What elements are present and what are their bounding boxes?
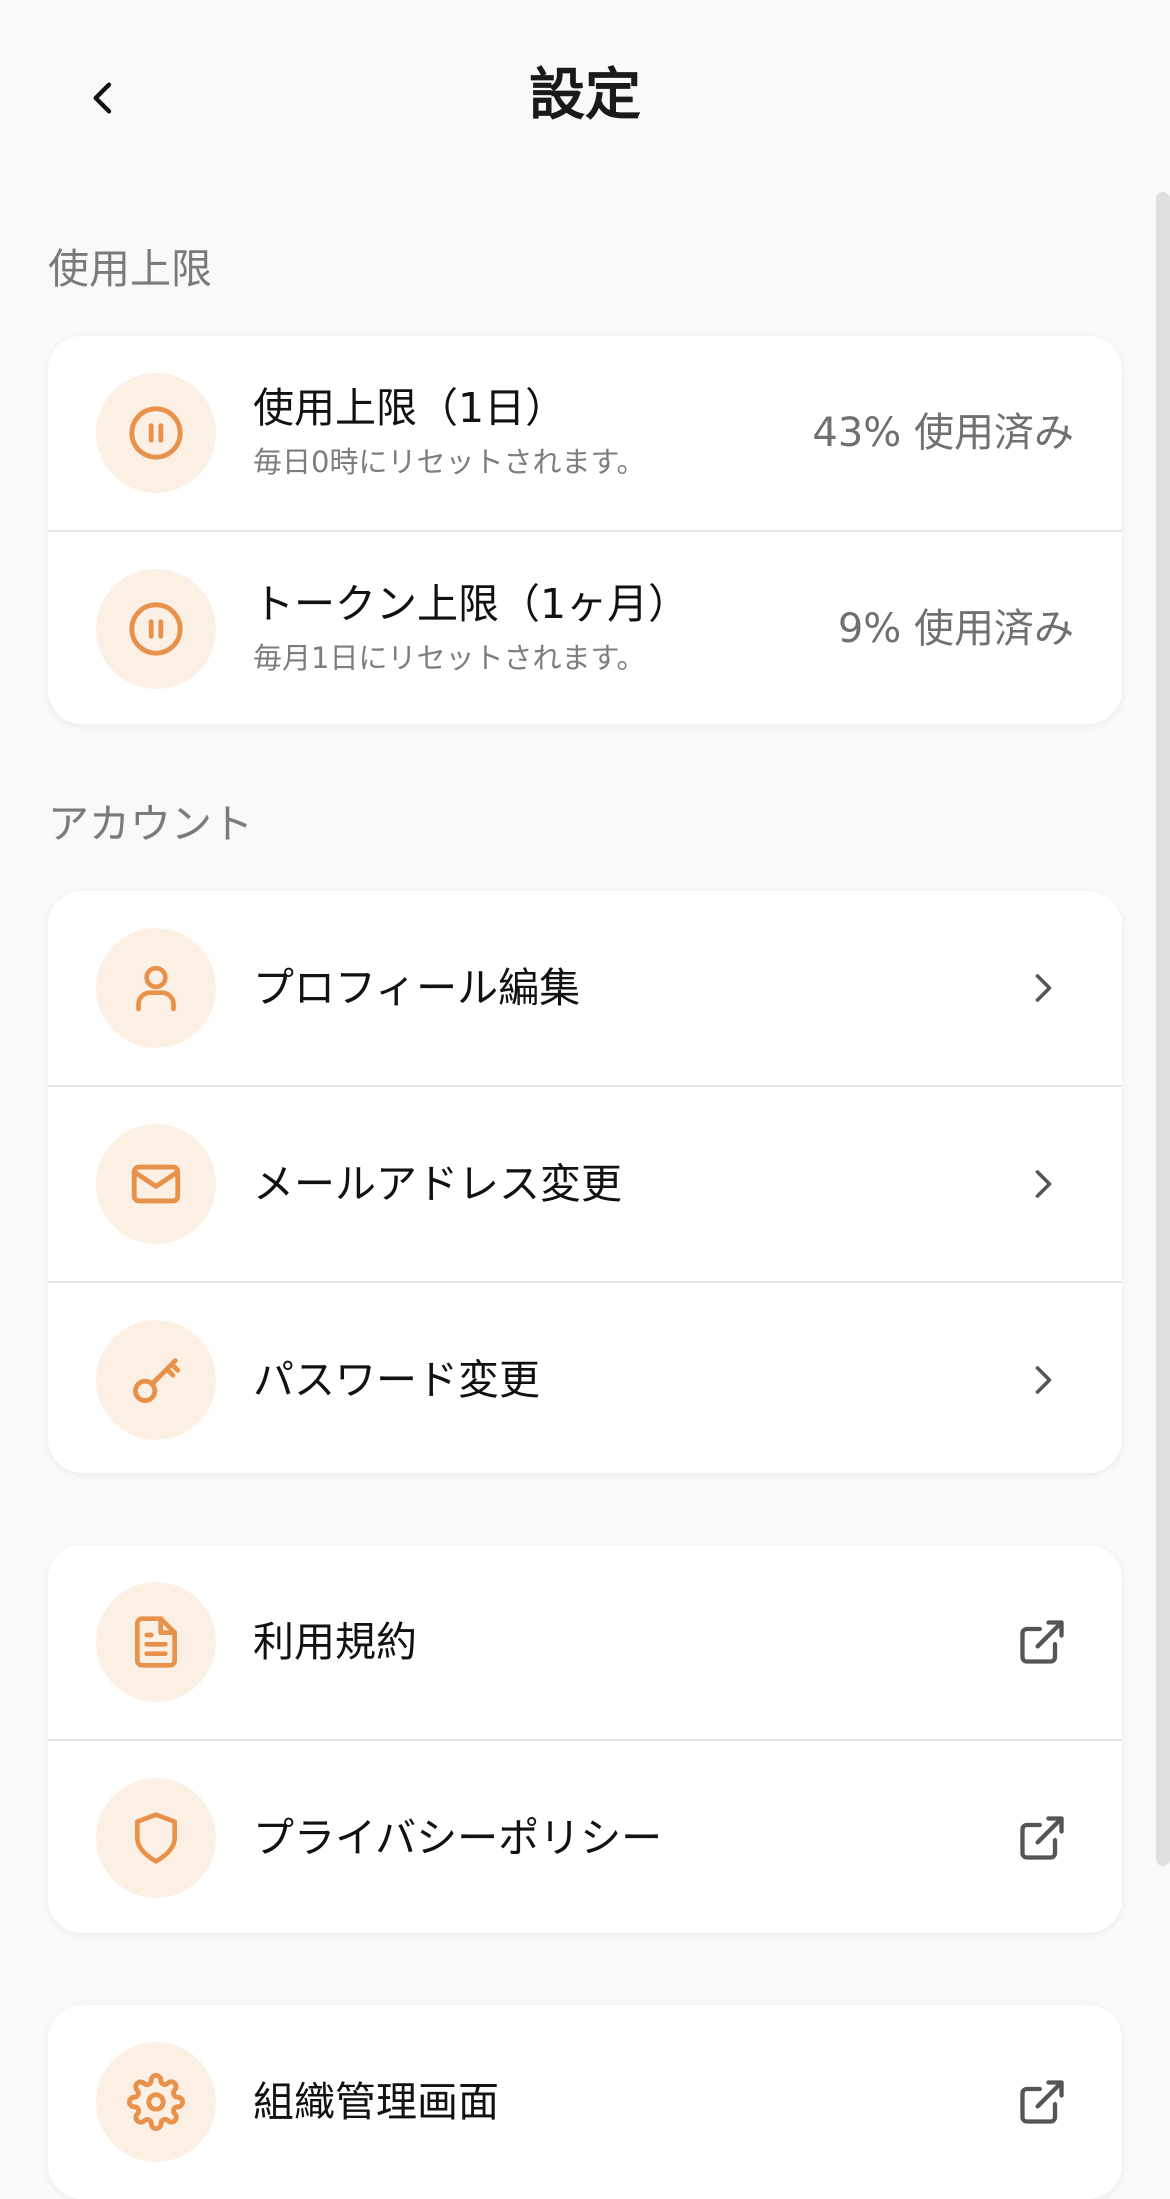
header: 設定	[0, 0, 1170, 190]
row-label: パスワード変更	[253, 1356, 540, 1404]
chevron-right-icon	[1010, 1152, 1074, 1216]
pause-circle-icon	[129, 406, 183, 460]
usage-percent: 9% 使用済み	[837, 606, 1074, 652]
usage-reset-note: 毎月1日にリセットされます。	[253, 641, 646, 675]
row-label: プロフィール編集	[253, 964, 581, 1012]
row-label: プライバシーポリシー	[253, 1814, 663, 1862]
icon-badge	[96, 1320, 216, 1440]
icon-badge	[96, 1778, 216, 1898]
chevron-right-icon	[1010, 956, 1074, 1020]
profile-edit-row[interactable]: プロフィール編集	[48, 891, 1122, 1085]
row-label: 利用規約	[253, 1618, 417, 1666]
usage-reset-note: 毎日0時にリセットされます。	[253, 445, 646, 479]
icon-badge	[96, 928, 216, 1048]
key-icon	[133, 1358, 181, 1403]
external-link-icon	[1010, 2070, 1074, 2134]
usage-card: 使用上限（1日） 毎日0時にリセットされます。 43% 使用済み トークン上限（…	[48, 336, 1122, 724]
gear-icon	[127, 2073, 185, 2131]
section-label-usage: 使用上限	[48, 245, 212, 293]
usage-title: トークン上限（1ヶ月）	[253, 580, 690, 628]
row-label: 組織管理画面	[253, 2078, 499, 2126]
chevron-right-icon	[1010, 1348, 1074, 1412]
org-admin-row[interactable]: 組織管理画面	[48, 2005, 1122, 2199]
privacy-policy-row[interactable]: プライバシーポリシー	[48, 1739, 1122, 1933]
pause-circle-icon	[129, 602, 183, 656]
icon-badge	[96, 2042, 216, 2162]
icon-badge	[96, 569, 216, 689]
shield-icon	[135, 1812, 178, 1864]
password-change-row[interactable]: パスワード変更	[48, 1281, 1122, 1473]
user-icon	[136, 965, 176, 1012]
account-card: プロフィール編集 メールアドレス変更 パスワード変更	[48, 891, 1122, 1473]
external-link-icon	[1010, 1610, 1074, 1674]
usage-percent: 43% 使用済み	[812, 410, 1074, 456]
icon-badge	[96, 373, 216, 493]
usage-title: 使用上限（1日）	[253, 384, 567, 432]
section-label-account: アカウント	[48, 800, 253, 848]
document-icon	[135, 1616, 178, 1668]
external-link-icon	[1010, 1806, 1074, 1870]
usage-row-daily: 使用上限（1日） 毎日0時にリセットされます。 43% 使用済み	[48, 336, 1122, 530]
terms-row[interactable]: 利用規約	[48, 1545, 1122, 1739]
icon-badge	[96, 1582, 216, 1702]
email-change-row[interactable]: メールアドレス変更	[48, 1085, 1122, 1281]
icon-badge	[96, 1124, 216, 1244]
legal-card: 利用規約 プライバシーポリシー	[48, 1545, 1122, 1933]
mail-icon	[131, 1164, 181, 1204]
scrollbar[interactable]	[1156, 192, 1170, 1866]
org-card: 組織管理画面	[48, 2005, 1122, 2199]
row-label: メールアドレス変更	[253, 1160, 622, 1208]
usage-row-monthly: トークン上限（1ヶ月） 毎月1日にリセットされます。 9% 使用済み	[48, 530, 1122, 724]
page-title: 設定	[529, 63, 641, 128]
